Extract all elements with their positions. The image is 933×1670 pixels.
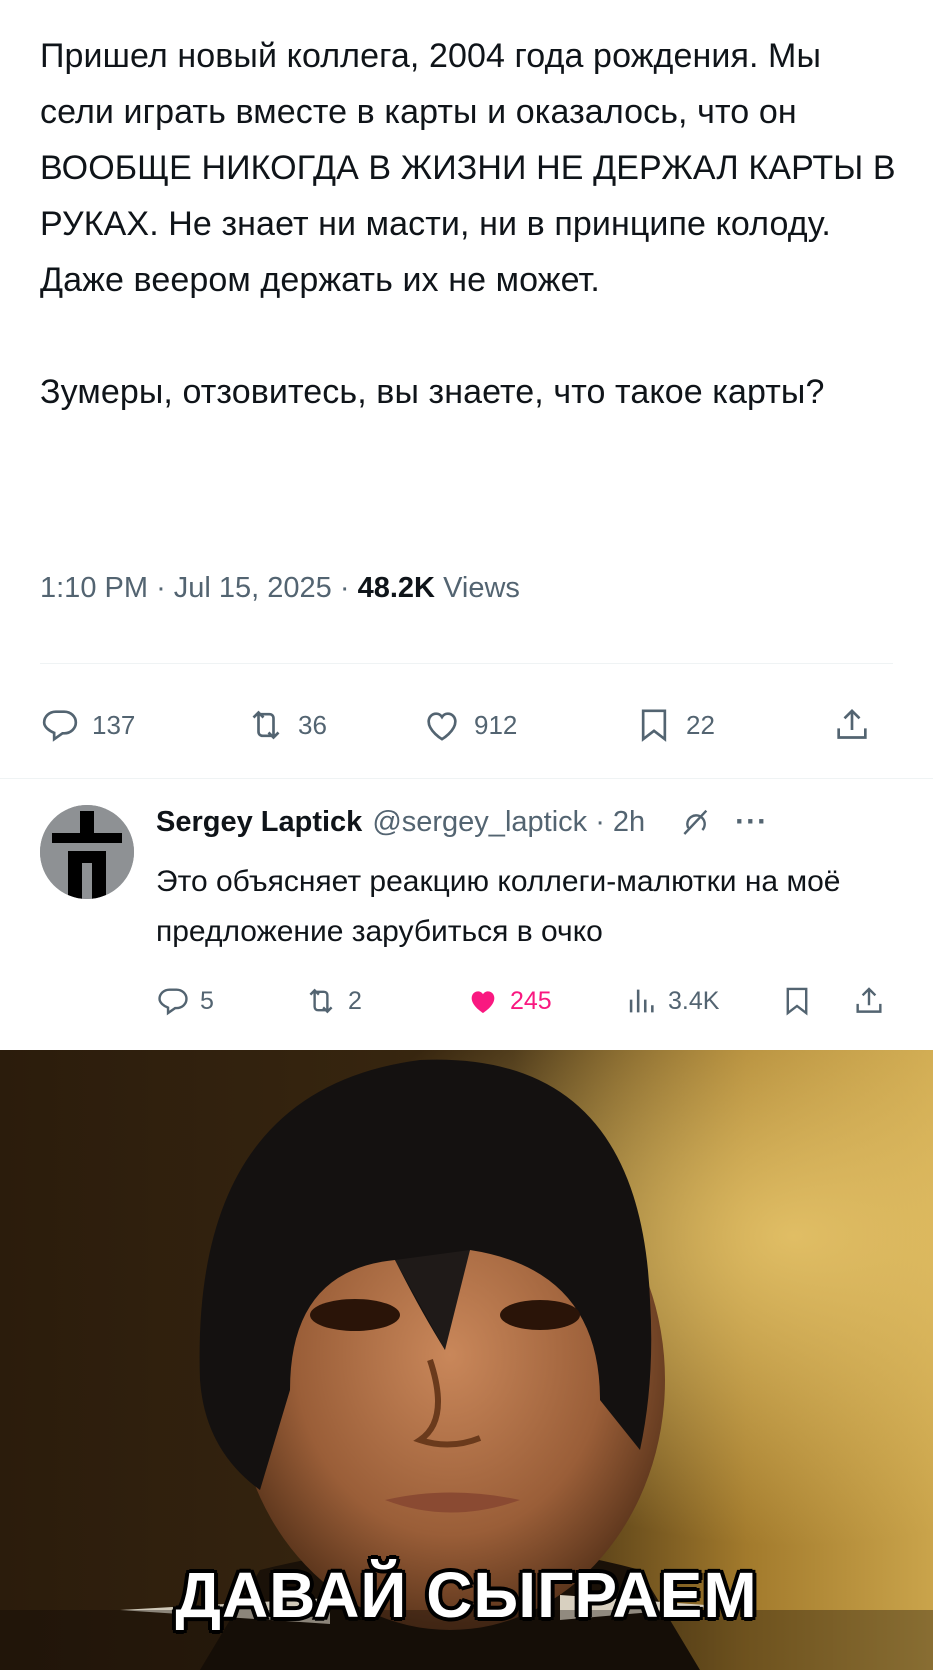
- reply-views-count: 3.4K: [668, 986, 720, 1015]
- repost-button[interactable]: 36: [246, 700, 327, 750]
- tweet-meta: 1:10 PM · Jul 15, 2025 · 48.2K Views: [40, 572, 520, 605]
- bookmark-button[interactable]: 22: [634, 700, 715, 750]
- reply-reply-button[interactable]: 5: [156, 979, 214, 1023]
- reply-count: 137: [92, 709, 136, 740]
- reply-repost-count: 2: [348, 986, 362, 1015]
- meta-separator: ·: [339, 572, 350, 604]
- share-button[interactable]: [832, 700, 884, 750]
- tweet-time[interactable]: 1:10 PM: [40, 572, 148, 604]
- more-options-icon[interactable]: ···: [735, 805, 768, 839]
- reply-views-button[interactable]: 3.4K: [624, 979, 719, 1023]
- main-tweet: Пришел новый коллега, 2004 года рождения…: [0, 0, 933, 1050]
- reply-author-handle[interactable]: @sergey_laptick · 2h: [372, 806, 645, 839]
- reply-bookmark-button[interactable]: [780, 979, 824, 1023]
- tweet-actions: 137 36 912 22: [40, 700, 893, 750]
- reply-like-count: 245: [510, 986, 552, 1015]
- reply-header: Sergey Laptick @sergey_laptick · 2h ···: [156, 805, 768, 839]
- reply-tweet[interactable]: Sergey Laptick @sergey_laptick · 2h ··· …: [0, 779, 933, 1049]
- tweet-paragraph-2: Зумеры, отзовитесь, вы знаете, что такое…: [40, 373, 825, 411]
- meta-separator: ·: [156, 572, 166, 604]
- reply-reply-count: 5: [200, 986, 214, 1015]
- avatar[interactable]: [40, 805, 134, 899]
- heart-icon: [471, 991, 495, 1014]
- like-button[interactable]: 912: [422, 700, 517, 750]
- reply-author-name[interactable]: Sergey Laptick: [156, 806, 362, 839]
- divider: [40, 663, 893, 664]
- bookmark-icon: [786, 987, 808, 1016]
- tweet-text: Пришел новый коллега, 2004 года рождения…: [40, 28, 900, 420]
- meme-caption: ДАВАЙ СЫГРАЕМ: [175, 1559, 758, 1631]
- repost-icon: [252, 710, 280, 740]
- like-count: 912: [474, 709, 518, 740]
- reply-icon: [158, 988, 188, 1016]
- avatar-symbol-icon: [40, 805, 134, 899]
- meme-image: ДАВАЙ СЫГРАЕМ: [0, 1050, 933, 1670]
- views-count: 48.2K: [357, 572, 435, 604]
- repost-icon: [309, 988, 333, 1014]
- heart-icon: [427, 712, 457, 741]
- share-icon: [856, 987, 882, 1013]
- reply-like-button[interactable]: 245: [466, 979, 552, 1023]
- views-label: Views: [443, 572, 520, 604]
- reply-actions: 5 2 245 3.4K: [156, 979, 896, 1023]
- views-icon: [629, 989, 654, 1013]
- bookmark-icon: [641, 709, 667, 742]
- tweet-date[interactable]: Jul 15, 2025: [174, 572, 332, 604]
- bookmark-count: 22: [686, 709, 715, 740]
- grok-icon[interactable]: [679, 806, 711, 838]
- reply-text: Это объясняет реакцию коллеги-малютки на…: [156, 865, 841, 948]
- tweet-paragraph-1: Пришел новый коллега, 2004 года рождения…: [40, 37, 896, 299]
- reply-share-button[interactable]: [852, 979, 896, 1023]
- reply-icon: [42, 710, 78, 742]
- repost-count: 36: [298, 709, 327, 740]
- share-icon: [837, 708, 867, 739]
- reply-repost-button[interactable]: 2: [304, 979, 362, 1023]
- reply-button[interactable]: 137: [40, 700, 135, 750]
